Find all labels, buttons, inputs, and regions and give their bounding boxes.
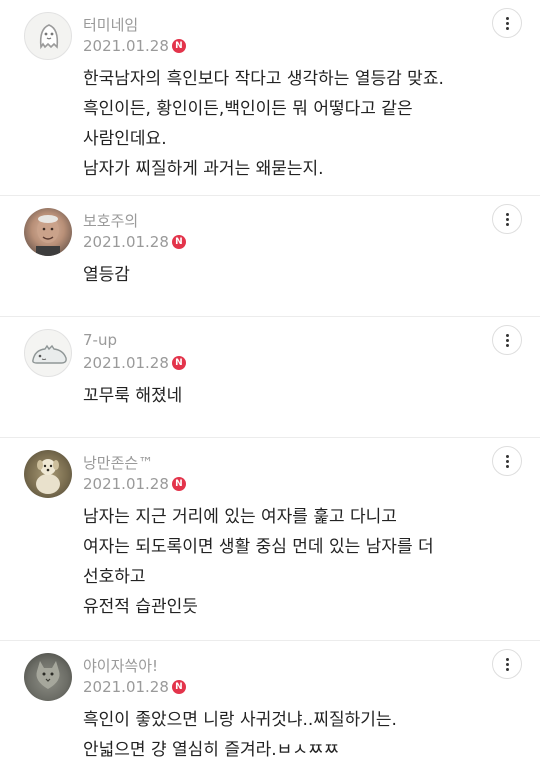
comment-author[interactable]: 야이자쓱아! — [83, 655, 158, 676]
new-badge-icon: N — [171, 235, 186, 249]
comment-text-line: 남자는 지근 거리에 있는 여자를 훑고 다니고 — [83, 507, 397, 527]
egg-ghost-avatar[interactable] — [24, 12, 72, 60]
comment-author[interactable]: 보호주의 — [83, 210, 138, 231]
comment-item: 7-up 2021.01.28 N 꼬무룩 해졌네 — [0, 317, 540, 438]
comment-text-line: 한국남자의 흑인보다 작다고 생각하는 열등감 맞죠. — [83, 69, 444, 89]
more-options-button[interactable] — [492, 8, 522, 38]
comment-date: 2021.01.28 — [83, 37, 169, 55]
comment-item: 보호주의 2021.01.28 N 열등감 — [0, 196, 540, 317]
comment-item: 낭만존슨™ 2021.01.28 N 남자는 지근 거리에 있는 여자를 훑고 … — [0, 438, 540, 641]
comment-text-line: 안넓으면 걍 열심히 즐겨라.ㅂㅅㅉㅉ — [83, 740, 340, 760]
comment-text-line: 선호하고 — [83, 567, 146, 587]
comment-text-line: 유전적 습관인듯 — [83, 597, 198, 617]
comment-text-line: 흑인이 좋았으면 니랑 사귀것냐..찌질하기는. — [83, 710, 397, 730]
comment-date-row: 2021.01.28 N — [83, 475, 186, 493]
comment-list: 터미네임 2021.01.28 N 한국남자의 흑인보다 작다고 생각하는 열등… — [0, 0, 540, 781]
new-badge-icon: N — [171, 477, 186, 491]
new-badge-icon: N — [171, 680, 186, 694]
dog-photo-avatar[interactable] — [24, 450, 72, 498]
comment-text-line: 꼬무룩 해졌네 — [83, 386, 183, 406]
comment-item: 야이자쓱아! 2021.01.28 N 흑인이 좋았으면 니랑 사귀것냐..찌질… — [0, 641, 540, 781]
comment-author[interactable]: 7-up — [83, 331, 117, 349]
more-options-button[interactable] — [492, 204, 522, 234]
vertical-dots-icon — [505, 212, 509, 226]
more-options-button[interactable] — [492, 446, 522, 476]
comment-text-line: 열등감 — [83, 265, 130, 285]
comment-text-line: 사람인데요. — [83, 129, 167, 149]
new-badge-icon: N — [171, 356, 186, 370]
vertical-dots-icon — [505, 16, 509, 30]
comment-date-row: 2021.01.28 N — [83, 678, 186, 696]
person-photo-avatar[interactable] — [24, 208, 72, 256]
comment-body: 한국남자의 흑인보다 작다고 생각하는 열등감 맞죠. 흑인이든, 황인이든,백… — [83, 64, 516, 184]
comment-author[interactable]: 낭만존슨™ — [83, 452, 153, 473]
comment-text-line: 흑인이든, 황인이든,백인이든 뭐 어떻다고 같은 — [83, 99, 413, 119]
more-options-button[interactable] — [492, 649, 522, 679]
comment-date: 2021.01.28 — [83, 233, 169, 251]
new-badge-icon: N — [171, 39, 186, 53]
vertical-dots-icon — [505, 333, 509, 347]
comment-body: 열등감 — [83, 260, 516, 290]
comment-text-line: 남자가 찌질하게 과거는 왜묻는지. — [83, 159, 324, 179]
comment-date: 2021.01.28 — [83, 475, 169, 493]
comment-date: 2021.01.28 — [83, 678, 169, 696]
comment-body: 흑인이 좋았으면 니랑 사귀것냐..찌질하기는. 안넓으면 걍 열심히 즐겨라.… — [83, 705, 516, 765]
comment-date-row: 2021.01.28 N — [83, 233, 186, 251]
comment-date-row: 2021.01.28 N — [83, 354, 186, 372]
comment-text-line: 여자는 되도록이면 생활 중심 먼데 있는 남자를 더 — [83, 537, 434, 557]
comment-author[interactable]: 터미네임 — [83, 14, 138, 35]
vertical-dots-icon — [505, 657, 509, 671]
comment-body: 남자는 지근 거리에 있는 여자를 훑고 다니고 여자는 되도록이면 생활 중심… — [83, 502, 516, 622]
comment-item: 터미네임 2021.01.28 N 한국남자의 흑인보다 작다고 생각하는 열등… — [0, 0, 540, 196]
cat-photo-avatar[interactable] — [24, 653, 72, 701]
creature-avatar[interactable] — [24, 329, 72, 377]
comment-date-row: 2021.01.28 N — [83, 37, 186, 55]
comment-date: 2021.01.28 — [83, 354, 169, 372]
vertical-dots-icon — [505, 454, 509, 468]
comment-body: 꼬무룩 해졌네 — [83, 381, 516, 411]
more-options-button[interactable] — [492, 325, 522, 355]
